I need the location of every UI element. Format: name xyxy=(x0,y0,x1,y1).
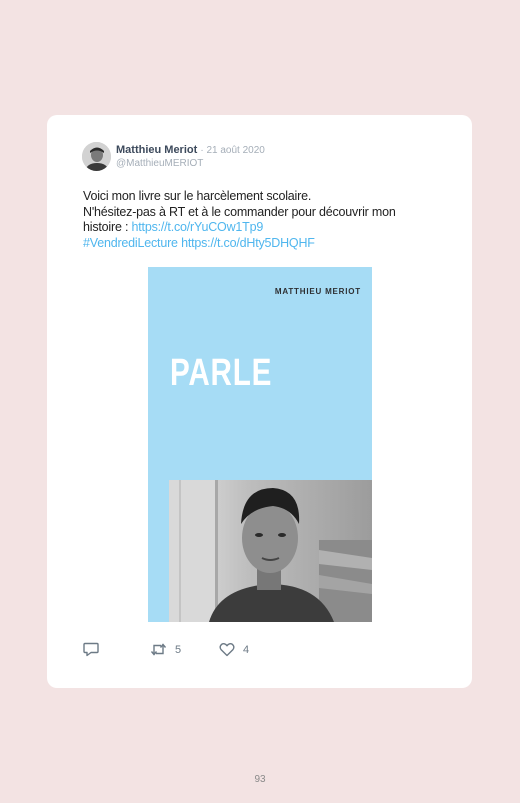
tweet-actions: 5 4 xyxy=(83,642,443,662)
author-handle[interactable]: @MatthieuMERIOT xyxy=(116,158,203,169)
reply-button[interactable] xyxy=(83,642,99,657)
page-number: 93 xyxy=(254,774,266,785)
tweet-text-line: histoire : https://t.co/rYuCOw1Tp9 xyxy=(83,220,443,236)
book-title: PARLE xyxy=(170,352,273,394)
hashtag-link[interactable]: #VendrediLecture xyxy=(83,236,178,250)
tweet-date[interactable]: · 21 août 2020 xyxy=(200,145,265,156)
tweet-text-line: #VendrediLecture https://t.co/dHty5DHQHF xyxy=(83,236,443,252)
author-name[interactable]: Matthieu Meriot xyxy=(116,144,197,156)
tweet-link[interactable]: https://t.co/rYuCOw1Tp9 xyxy=(132,220,264,234)
speech-bubble-icon xyxy=(83,642,99,657)
tweet-text-line: Voici mon livre sur le harcèlement scola… xyxy=(83,189,312,203)
book-cover-image[interactable]: MATTHIEU MERIOT PARLE xyxy=(148,267,372,622)
retweet-icon xyxy=(150,643,167,656)
book-author: MATTHIEU MERIOT xyxy=(274,287,361,296)
tweet-card: Matthieu Meriot · 21 août 2020 @Matthieu… xyxy=(47,115,472,688)
heart-icon xyxy=(219,643,235,657)
author-portrait-photo xyxy=(169,480,372,622)
like-button[interactable]: 4 xyxy=(219,642,249,657)
retweet-button[interactable]: 5 xyxy=(150,642,181,657)
author-line: Matthieu Meriot · 21 août 2020 xyxy=(116,144,265,156)
tweet-text: Voici mon livre sur le harcèlement scola… xyxy=(83,189,443,251)
author-avatar[interactable] xyxy=(82,142,111,171)
tweet-text-line: N'hésitez-pas à RT et à le commander pou… xyxy=(83,204,396,219)
tweet-text-prefix: histoire : xyxy=(83,220,132,234)
like-count: 4 xyxy=(243,643,250,656)
retweet-count: 5 xyxy=(175,643,182,656)
tweet-link[interactable]: https://t.co/dHty5DHQHF xyxy=(181,236,315,250)
